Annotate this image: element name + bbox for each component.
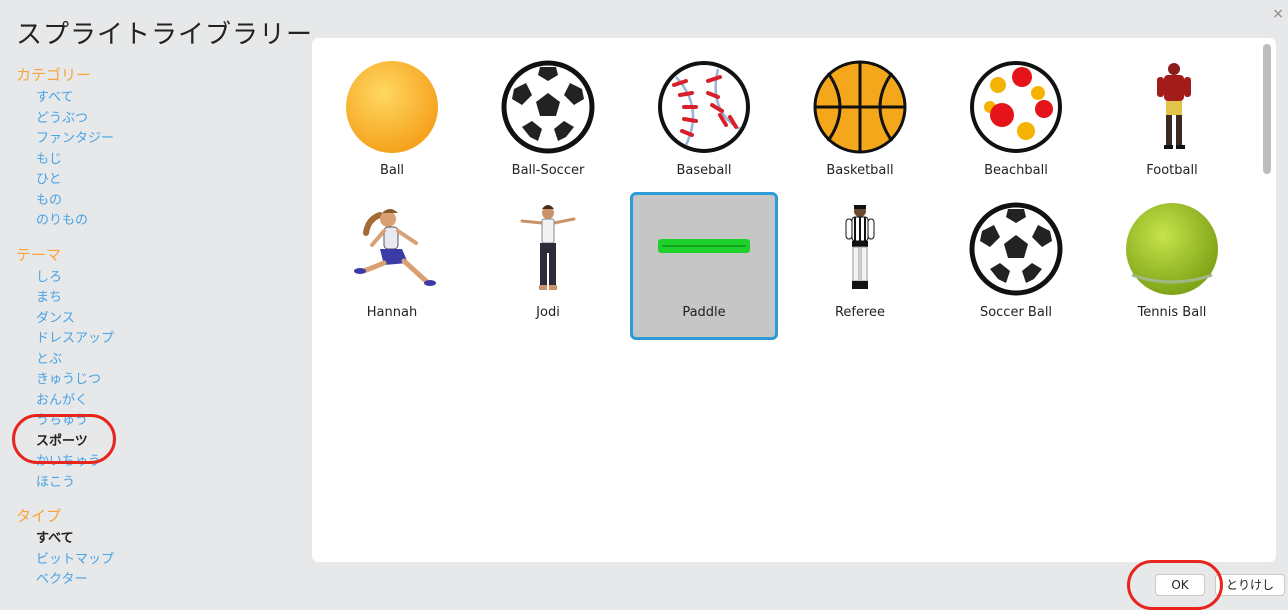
sprite-label: Tennis Ball [1137,305,1207,320]
type-item-vector[interactable]: ベクター [16,570,306,591]
theme-item-space[interactable]: うちゅう [16,411,306,432]
type-section-title: タイプ [16,507,62,525]
baseball-icon [658,61,750,153]
dancing-girl-icon [520,205,576,290]
dialog-title: スプライトライブラリー [16,20,314,50]
sprite-label: Jodi [536,305,560,320]
category-item-transportation[interactable]: のりもの [16,211,306,232]
theme-item-flying[interactable]: とぶ [16,350,306,371]
sprite-label: Beachball [984,163,1048,178]
theme-section-title: テーマ [16,245,62,264]
sprite-label: Ball [379,163,405,178]
soccer-ball-icon [969,202,1063,296]
running-girl-icon [354,209,436,286]
soccer-ball-icon [501,60,595,154]
sprite-tile-football[interactable]: Football [1098,50,1246,198]
tennis-ball-icon [1126,203,1218,295]
referee-icon [845,205,875,289]
category-item-people[interactable]: ひと [16,170,306,191]
beachball-icon [970,61,1062,153]
basketball-icon [813,60,907,154]
category-item-fantasy[interactable]: ファンタジー [16,129,306,150]
category-section-title: カテゴリー [16,66,92,84]
cancel-button[interactable]: とりけし [1215,574,1285,596]
ok-button[interactable]: OK [1155,574,1205,596]
theme-item-walking[interactable]: ほこう [16,473,306,494]
sprite-tile-hannah[interactable]: Hannah [318,192,466,340]
type-item-bitmap[interactable]: ビットマップ [16,550,306,571]
sprite-label: Football [1146,163,1198,178]
theme-item-holiday[interactable]: きゅうじつ [16,370,306,391]
sprite-label: Paddle [682,305,726,320]
sprite-label: Basketball [826,163,894,178]
sprite-tile-beachball[interactable]: Beachball [942,50,1090,198]
sprite-label: Hannah [366,305,418,320]
category-item-letters[interactable]: もじ [16,150,306,171]
sprite-tile-ball-soccer[interactable]: Ball-Soccer [474,50,622,198]
sprite-tile-basketball[interactable]: Basketball [786,50,934,198]
sprite-tile-referee[interactable]: Referee [786,192,934,340]
type-item-all[interactable]: すべて [16,529,306,550]
theme-item-underwater[interactable]: かいちゅう [16,452,306,473]
sprite-label: Soccer Ball [979,305,1053,320]
paddle-icon [658,239,750,253]
theme-item-city[interactable]: まち [16,288,306,309]
theme-item-sports[interactable]: スポーツ [16,432,306,453]
theme-item-dance[interactable]: ダンス [16,309,306,330]
sprite-tile-baseball[interactable]: Baseball [630,50,778,198]
sprite-label: Ball-Soccer [511,163,585,178]
sprite-tile-tennis-ball[interactable]: Tennis Ball [1098,192,1246,340]
close-icon[interactable]: × [1272,6,1284,22]
sprite-label: Baseball [676,163,732,178]
vertical-scrollbar[interactable] [1263,44,1271,174]
sprite-tile-ball[interactable]: Ball [318,50,466,198]
sprite-tile-soccer-ball[interactable]: Soccer Ball [942,192,1090,340]
sprite-tile-paddle[interactable]: Paddle [630,192,778,340]
theme-item-music[interactable]: おんがく [16,391,306,412]
sprite-grid-panel: Ball Ball-Soccer Baseball Basketball Bea… [312,38,1276,562]
football-player-icon [1157,63,1191,149]
ball-icon [346,61,438,153]
sidebar: カテゴリー すべて どうぶつ ファンタジー もじ ひと もの のりもの テーマ … [16,64,306,591]
theme-item-castle[interactable]: しろ [16,268,306,289]
sprite-label: Referee [834,305,886,320]
category-item-all[interactable]: すべて [16,88,306,109]
sprite-tile-jodi[interactable]: Jodi [474,192,622,340]
theme-item-dress-up[interactable]: ドレスアップ [16,329,306,350]
category-item-things[interactable]: もの [16,191,306,212]
category-item-animals[interactable]: どうぶつ [16,109,306,130]
